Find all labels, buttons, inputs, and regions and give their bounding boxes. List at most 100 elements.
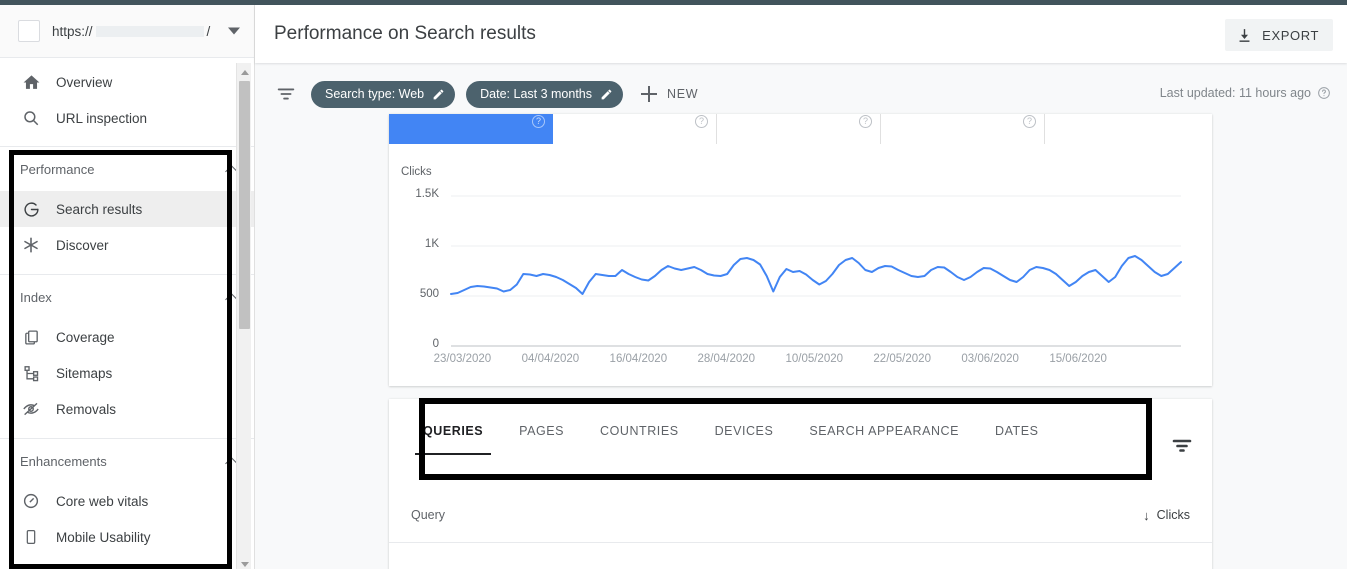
bolt-icon <box>20 562 42 569</box>
property-thumbnail <box>18 20 40 42</box>
sidebar-item-label: Overview <box>56 74 113 90</box>
tab-queries[interactable]: QUERIES <box>405 399 501 463</box>
tab-label: SEARCH APPEARANCE <box>809 424 960 438</box>
page-header: Performance on Search results EXPORT <box>255 5 1347 63</box>
sidebar-item-core-web-vitals[interactable]: Core web vitals <box>0 483 254 519</box>
sidebar-scrollbar[interactable] <box>236 63 251 569</box>
column-header-clicks[interactable]: ↓ Clicks <box>1143 508 1190 523</box>
pencil-icon[interactable] <box>600 88 613 101</box>
filter-chip-date[interactable]: Date: Last 3 months <box>466 80 624 108</box>
filter-chip-label: Search type: Web <box>325 87 425 101</box>
sidebar-item-sitemaps[interactable]: Sitemaps <box>0 355 254 391</box>
chart-x-tick-label: 03/06/2020 <box>961 353 1019 365</box>
sidebar-item-search-results[interactable]: Search results <box>0 191 254 227</box>
sidebar-item-label: Mobile Usability <box>56 529 151 545</box>
help-circle-icon[interactable]: ? <box>532 115 545 128</box>
property-url: https:// / <box>52 24 210 39</box>
add-filter-button[interactable]: NEW <box>639 84 698 104</box>
speedometer-icon <box>20 490 42 512</box>
tab-label: QUERIES <box>423 424 484 438</box>
pencil-icon[interactable] <box>432 88 445 101</box>
help-circle-icon[interactable]: ? <box>1023 115 1036 128</box>
export-button-label: EXPORT <box>1262 27 1319 43</box>
sidebar-item-label: AMP <box>56 566 85 569</box>
chart-series-clicks <box>450 255 1182 295</box>
dimension-table-card: QUERIES PAGES COUNTRIES DEVICES SEARCH APPEA… <box>389 399 1212 569</box>
sidebar-group-enhancements[interactable]: Enhancements <box>0 439 254 483</box>
help-circle-icon[interactable] <box>1317 86 1331 100</box>
sidebar-item-mobile-usability[interactable]: Mobile Usability <box>0 519 254 555</box>
chart-plot-area <box>450 195 1182 347</box>
add-filter-label: NEW <box>667 87 699 101</box>
eye-off-icon <box>20 398 42 420</box>
sidebar-item-coverage[interactable]: Coverage <box>0 319 254 355</box>
arrow-down-icon: ↓ <box>1143 507 1150 523</box>
sidebar-group-performance[interactable]: Performance <box>0 147 254 191</box>
sidebar-item-label: URL inspection <box>56 110 148 126</box>
sidebar-item-url-inspection[interactable]: URL inspection <box>0 100 254 136</box>
tab-label: DEVICES <box>714 424 774 438</box>
google-g-icon <box>20 198 42 220</box>
sidebar-item-amp[interactable]: AMP <box>0 555 254 569</box>
chart-y-tick-label: 500 <box>419 288 439 300</box>
tab-pages[interactable]: PAGES <box>501 399 582 463</box>
mobile-icon <box>20 526 42 548</box>
sidebar-group-index[interactable]: Index <box>0 275 254 319</box>
tab-label: COUNTRIES <box>600 424 679 438</box>
chevron-down-icon[interactable] <box>228 27 240 35</box>
chart-x-tick-label: 10/05/2020 <box>785 353 844 365</box>
property-selector[interactable]: https:// / <box>0 5 254 58</box>
app-root: https:// / Overview URL inspection Perfo… <box>0 0 1347 569</box>
filter-icon[interactable] <box>275 83 297 105</box>
sidebar-item-label: Search results <box>56 201 143 217</box>
scrollbar-thumb[interactable] <box>239 81 250 329</box>
tab-label: DATES <box>995 424 1039 438</box>
sidebar-group-label: Index <box>20 289 52 305</box>
tab-dates[interactable]: DATES <box>977 399 1057 463</box>
chart-y-tick-label: 1K <box>424 238 439 250</box>
dimension-tabs: QUERIES PAGES COUNTRIES DEVICES SEARCH APPEA… <box>389 399 1212 465</box>
table-filter-icon[interactable] <box>1170 433 1194 457</box>
chart-y-tick-label: 1.5K <box>415 188 439 200</box>
filter-chip-search-type[interactable]: Search type: Web <box>311 80 456 108</box>
chart-y-axis-title: Clicks <box>401 166 432 178</box>
column-header-query[interactable]: Query <box>411 508 1143 522</box>
sidebar-item-label: Core web vitals <box>56 493 149 509</box>
table-column-header: Query ↓ Clicks <box>389 488 1212 543</box>
page-title: Performance on Search results <box>274 23 536 44</box>
metric-card-average-ctr[interactable]: ? <box>717 114 881 144</box>
metric-card-total-impressions[interactable]: ? <box>553 114 717 144</box>
plus-icon <box>639 84 659 104</box>
tab-countries[interactable]: COUNTRIES <box>582 399 697 463</box>
property-url-scheme: https:// <box>52 23 93 39</box>
clicks-line-chart: Clicks 0 500 1K 1.5K 23/03/2020 04/04/2020 16/… <box>389 144 1212 386</box>
sidebar-item-discover[interactable]: Discover <box>0 227 254 263</box>
property-url-redacted <box>95 25 204 37</box>
sidebar: https:// / Overview URL inspection Perfo… <box>0 5 255 569</box>
sidebar-item-overview[interactable]: Overview <box>0 64 254 100</box>
export-button[interactable]: EXPORT <box>1225 19 1333 51</box>
help-circle-icon[interactable]: ? <box>695 115 708 128</box>
copy-pages-icon <box>20 326 42 348</box>
performance-chart-card: ? ? ? ? Clicks 0 500 1K 1.5K 23/03/2020 04/04… <box>389 114 1212 386</box>
tab-search-appearance[interactable]: SEARCH APPEARANCE <box>791 399 977 463</box>
sidebar-item-label: Coverage <box>56 329 115 345</box>
home-icon <box>20 71 42 93</box>
chart-x-tick-label: 04/04/2020 <box>521 353 580 365</box>
search-icon <box>20 107 42 129</box>
scroll-down-arrow-icon[interactable] <box>237 557 252 569</box>
metric-card-total-clicks[interactable]: ? <box>389 114 553 144</box>
chart-x-tick-label: 15/06/2020 <box>1049 353 1107 365</box>
metric-card-average-position[interactable]: ? <box>881 114 1045 144</box>
download-icon <box>1236 27 1253 44</box>
scroll-up-arrow-icon[interactable] <box>237 65 252 80</box>
sidebar-nav: Overview URL inspection Performance Sear… <box>0 58 254 569</box>
table-row[interactable] <box>389 544 1212 569</box>
chart-y-tick-label: 0 <box>432 338 439 350</box>
tab-devices[interactable]: DEVICES <box>697 399 792 463</box>
sidebar-group-label: Performance <box>20 161 95 177</box>
main-content: Performance on Search results EXPORT Sea… <box>255 5 1347 569</box>
sitemap-icon <box>20 362 42 384</box>
sidebar-item-removals[interactable]: Removals <box>0 391 254 427</box>
help-circle-icon[interactable]: ? <box>859 115 872 128</box>
